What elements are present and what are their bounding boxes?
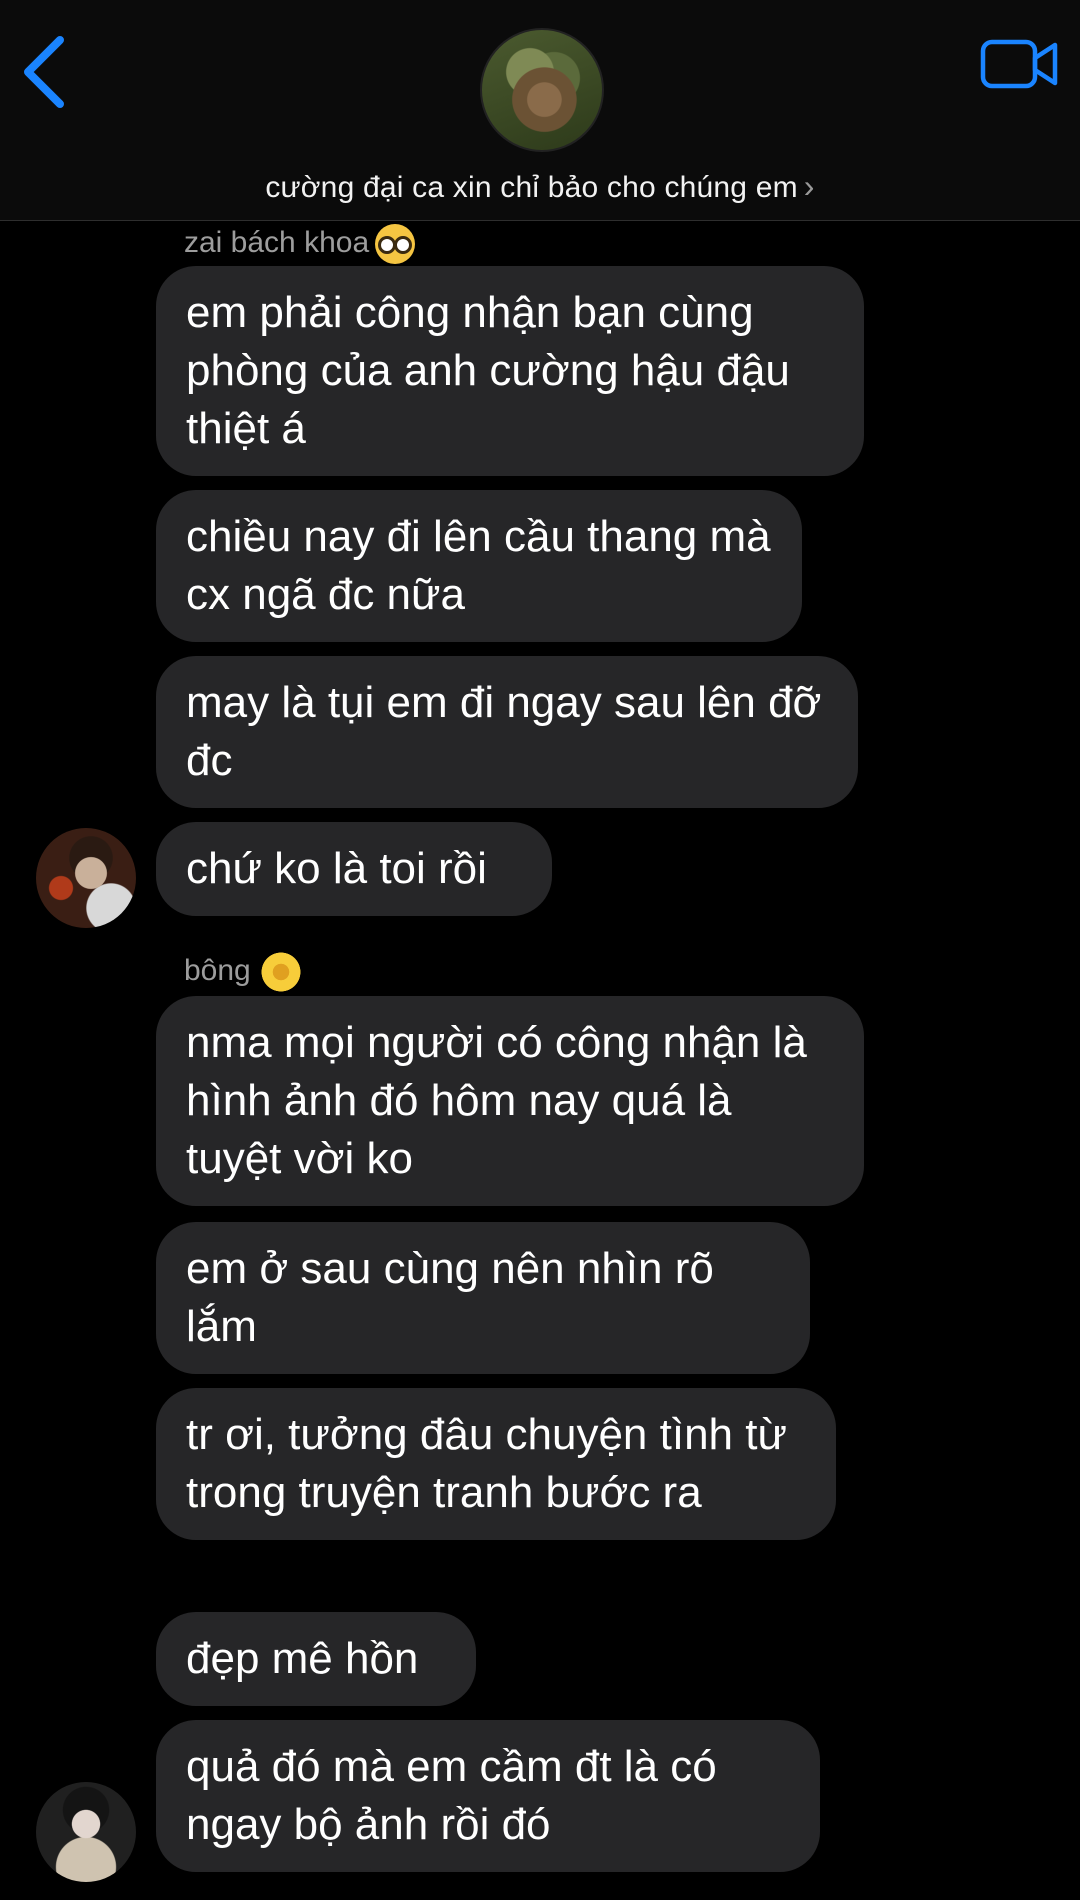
message-bubble[interactable]: nma mọi người có công nhận là hình ảnh đ… <box>156 996 864 1206</box>
group-title[interactable]: cường đại ca xin chỉ bảo cho chúng em › <box>0 168 1080 205</box>
group-avatar[interactable] <box>480 28 604 152</box>
message-bubble[interactable]: đẹp mê hồn <box>156 1612 476 1706</box>
sender-name: bông <box>184 950 303 994</box>
back-button[interactable] <box>18 32 78 112</box>
message-bubble[interactable]: quả đó mà em cầm đt là có ngay bộ ảnh rồ… <box>156 1720 820 1872</box>
sunflower-emoji-icon <box>258 950 303 994</box>
sender-name: zai bách khoa <box>184 224 416 264</box>
nerd-face-emoji-icon <box>375 224 416 264</box>
message-text: em phải công nhận bạn cùng phòng của anh… <box>186 288 790 453</box>
message-bubble[interactable]: may là tụi em đi ngay sau lên đỡ đc <box>156 656 858 808</box>
chevron-right-icon: › <box>803 168 815 204</box>
sender-avatar[interactable] <box>36 1782 136 1882</box>
message-bubble[interactable]: tr ơi, tưởng đâu chuyện tình từ trong tr… <box>156 1388 836 1540</box>
message-text: đẹp mê hồn <box>186 1634 419 1683</box>
video-call-button[interactable] <box>980 38 1060 90</box>
chat-header: cường đại ca xin chỉ bảo cho chúng em › <box>0 0 1080 221</box>
message-bubble[interactable]: chiều nay đi lên cầu thang mà cx ngã đc … <box>156 490 802 642</box>
message-text: em ở sau cùng nên nhìn rõ lắm <box>186 1244 714 1351</box>
message-text: may là tụi em đi ngay sau lên đỡ đc <box>186 678 822 785</box>
video-camera-icon <box>980 39 1058 89</box>
message-bubble[interactable]: em ở sau cùng nên nhìn rõ lắm <box>156 1222 810 1374</box>
chevron-left-icon <box>24 36 64 108</box>
message-bubble[interactable]: chứ ko là toi rồi <box>156 822 552 916</box>
message-text: quả đó mà em cầm đt là có ngay bộ ảnh rồ… <box>186 1742 717 1849</box>
group-name: cường đại ca xin chỉ bảo cho chúng em <box>265 171 798 204</box>
message-text: chứ ko là toi rồi <box>186 844 487 893</box>
message-bubble[interactable]: em phải công nhận bạn cùng phòng của anh… <box>156 266 864 476</box>
sender-label: zai bách khoa <box>184 225 370 259</box>
sender-avatar[interactable] <box>36 828 136 928</box>
sender-label: bông <box>184 953 251 987</box>
message-text: chiều nay đi lên cầu thang mà cx ngã đc … <box>186 512 771 619</box>
message-text: tr ơi, tưởng đâu chuyện tình từ trong tr… <box>186 1410 787 1517</box>
message-text: nma mọi người có công nhận là hình ảnh đ… <box>186 1018 807 1183</box>
